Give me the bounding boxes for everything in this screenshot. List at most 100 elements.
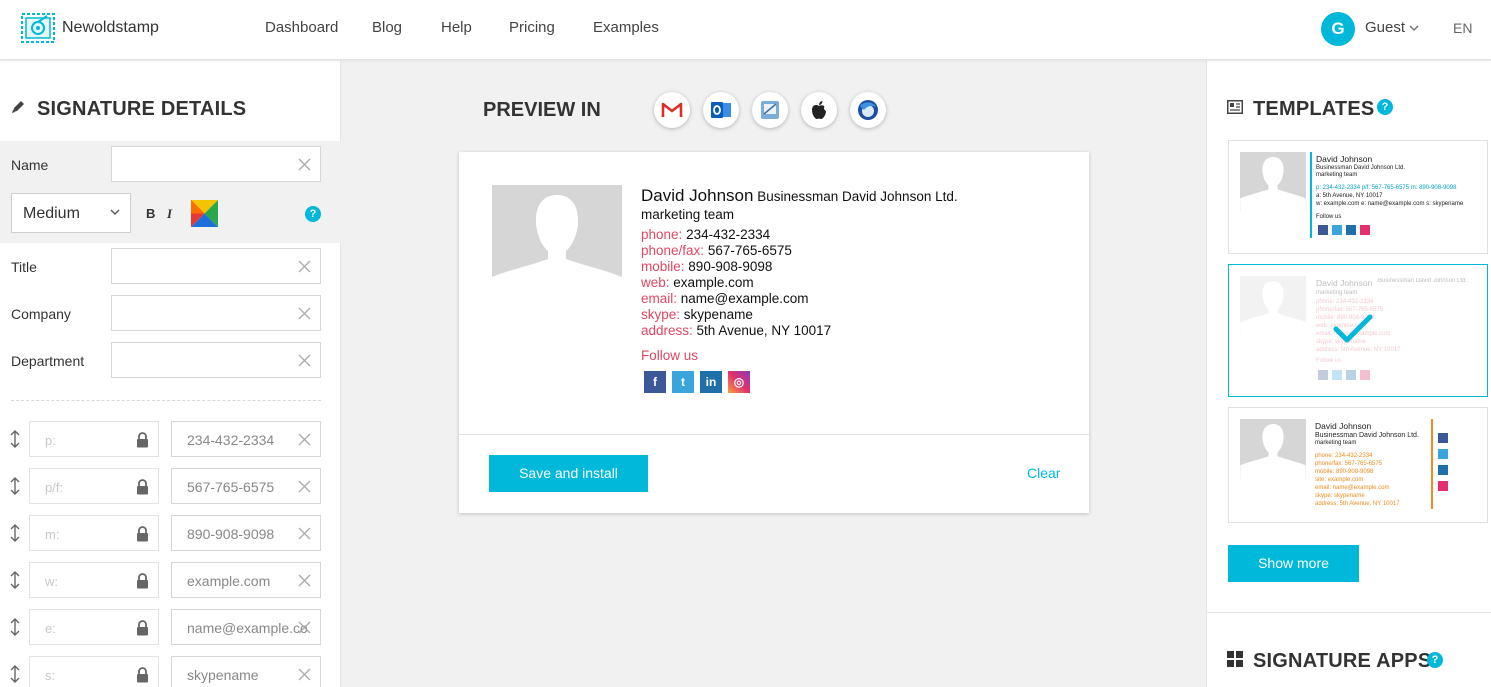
lock-icon[interactable] <box>136 620 149 636</box>
app-name[interactable]: Newoldstamp <box>62 19 159 37</box>
company-field[interactable] <box>111 295 321 331</box>
twitter-icon[interactable]: t <box>672 371 694 393</box>
clear-icon[interactable] <box>298 480 311 493</box>
contact-value-field[interactable]: example.com <box>171 562 321 598</box>
clear-icon[interactable] <box>298 668 311 681</box>
phone-label: phone: <box>641 227 683 242</box>
thunderbird-client-button[interactable] <box>850 92 886 128</box>
contact-label-field[interactable]: m: <box>29 515 159 551</box>
language-selector[interactable]: EN <box>1453 20 1472 36</box>
divider <box>1207 612 1491 613</box>
facebook-icon[interactable]: f <box>644 371 666 393</box>
user-menu-name[interactable]: Guest <box>1365 19 1405 36</box>
contact-value-field[interactable]: 234-432-2334 <box>171 421 321 457</box>
contact-label-field[interactable]: p: <box>29 421 159 457</box>
font-size-value: Medium <box>23 205 80 222</box>
nav-examples[interactable]: Examples <box>593 19 659 36</box>
template-card-3[interactable]: David Johnson Businessman David Johnson … <box>1228 407 1488 523</box>
linkedin-icon[interactable]: in <box>700 371 722 393</box>
apple-mail-client-button[interactable] <box>752 92 788 128</box>
contact-label-field[interactable]: w: <box>29 562 159 598</box>
drag-handle-icon[interactable] <box>8 429 22 449</box>
contact-value-field[interactable]: skypename <box>171 656 321 687</box>
contact-label-placeholder: e: <box>45 621 56 636</box>
help-icon[interactable]: ? <box>305 206 321 222</box>
show-more-button[interactable]: Show more <box>1228 545 1359 582</box>
thunderbird-icon <box>858 100 878 120</box>
color-picker-icon[interactable] <box>191 200 218 227</box>
clear-icon[interactable] <box>298 307 311 320</box>
lock-icon[interactable] <box>136 667 149 683</box>
font-size-select[interactable]: Medium <box>11 193 131 233</box>
save-and-install-button[interactable]: Save and install <box>489 455 648 492</box>
lock-icon[interactable] <box>136 526 149 542</box>
drag-handle-icon[interactable] <box>8 664 22 684</box>
template-department: marketing team <box>1316 172 1358 178</box>
profile-photo-placeholder[interactable] <box>492 185 622 304</box>
fax-label: phone/fax: <box>641 243 705 258</box>
apple-client-button[interactable] <box>801 92 837 128</box>
template-card-1[interactable]: David Johnson Businessman David Johnson … <box>1228 140 1488 254</box>
name-field[interactable] <box>111 146 321 182</box>
template-line: address: 5th Avenue, NY 10017 <box>1315 501 1400 507</box>
template-card-2[interactable]: David Johnson marketing team phone: 234-… <box>1228 264 1488 397</box>
clear-icon[interactable] <box>298 433 311 446</box>
gmail-client-button[interactable] <box>654 92 690 128</box>
avatar[interactable]: G <box>1321 12 1355 46</box>
instagram-icon <box>1360 225 1370 235</box>
nav-pricing[interactable]: Pricing <box>509 19 555 36</box>
clear-icon[interactable] <box>298 260 311 273</box>
contact-label-field[interactable]: e: <box>29 609 159 645</box>
email-value[interactable]: name@example.com <box>681 291 809 306</box>
drag-handle-icon[interactable] <box>8 570 22 590</box>
department-field[interactable] <box>111 342 321 378</box>
clear-icon[interactable] <box>298 621 311 634</box>
lock-icon[interactable] <box>136 432 149 448</box>
signature-company: Businessman David Johnson Ltd. <box>757 189 958 204</box>
clear-icon[interactable] <box>298 574 311 587</box>
title-field[interactable] <box>111 248 321 284</box>
drag-handle-icon[interactable] <box>8 523 22 543</box>
clear-button[interactable]: Clear <box>1027 465 1060 481</box>
web-value[interactable]: example.com <box>673 275 753 290</box>
linkedin-icon <box>1438 465 1448 475</box>
template-line: skype: skypename <box>1315 493 1365 499</box>
nav-dashboard[interactable]: Dashboard <box>265 19 338 36</box>
template-line: p: 234-432-2334 p/f: 567-765-6575 m: 890… <box>1316 185 1457 191</box>
template-company: Businessman David Johnson Ltd. <box>1315 432 1419 439</box>
help-icon[interactable]: ? <box>1377 99 1393 115</box>
contact-label-field[interactable]: s: <box>29 656 159 687</box>
clear-icon[interactable] <box>298 158 311 171</box>
template-department: marketing team <box>1315 440 1357 446</box>
facebook-icon <box>1318 370 1328 380</box>
contact-value-field[interactable]: name@example.com <box>171 609 321 645</box>
department-label: Department <box>11 353 85 369</box>
mobile-value: 890-908-9098 <box>688 259 773 274</box>
drag-handle-icon[interactable] <box>8 617 22 637</box>
twitter-icon <box>1332 225 1342 235</box>
template-line: a: 5th Avenue, NY 10017 <box>1316 193 1383 199</box>
bold-button[interactable]: B <box>146 206 155 221</box>
stamp-logo-icon[interactable] <box>21 13 55 43</box>
instagram-icon <box>1438 481 1448 491</box>
apple-mail-icon <box>761 101 779 119</box>
lock-icon[interactable] <box>136 479 149 495</box>
nav-help[interactable]: Help <box>441 19 472 36</box>
preview-in-title: PREVIEW IN <box>483 99 601 121</box>
clear-icon[interactable] <box>298 354 311 367</box>
instagram-icon[interactable]: ◎ <box>728 371 750 393</box>
contact-value-field[interactable]: 567-765-6575 <box>171 468 321 504</box>
nav-blog[interactable]: Blog <box>372 19 402 36</box>
contact-value-field[interactable]: 890-908-9098 <box>171 515 321 551</box>
italic-button[interactable]: I <box>167 206 172 222</box>
contact-label-field[interactable]: p/f: <box>29 468 159 504</box>
template-photo <box>1240 419 1306 479</box>
outlook-client-button[interactable] <box>703 92 739 128</box>
help-icon[interactable]: ? <box>1427 652 1443 668</box>
chevron-down-icon[interactable] <box>1409 24 1419 32</box>
lock-icon[interactable] <box>136 573 149 589</box>
contact-label-placeholder: p: <box>45 433 56 448</box>
contact-value: 567-765-6575 <box>187 479 275 495</box>
drag-handle-icon[interactable] <box>8 476 22 496</box>
clear-icon[interactable] <box>298 527 311 540</box>
